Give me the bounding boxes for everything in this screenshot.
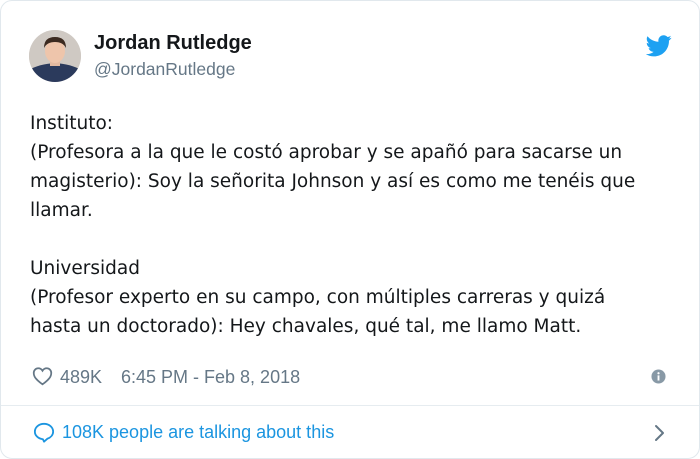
speech-bubble-icon [33, 422, 55, 443]
author-handle[interactable]: @JordanRutledge [94, 57, 235, 81]
tweet-text-line: Universidad [30, 258, 140, 279]
people-talking-label: 108K people are talking about this [62, 422, 335, 442]
tweet-text-blank-line [30, 225, 680, 254]
tweet-timestamp[interactable]: 6:45 PM - Feb 8, 2018 [121, 364, 300, 390]
twitter-bird-icon[interactable] [645, 35, 672, 57]
tweet-text-line: (Profesor experto en su campo, con múlti… [30, 287, 606, 308]
tweet-text-line: (Profesora a la que le costó aprobar y s… [30, 142, 623, 163]
tweet-text: Instituto: (Profesora a la que le costó … [30, 109, 680, 341]
like-count[interactable]: 489K [60, 364, 102, 390]
people-talking-link[interactable]: 108K people are talking about this [1, 406, 699, 458]
info-icon[interactable] [651, 369, 666, 384]
heart-icon[interactable] [32, 366, 53, 386]
tweet-meta: 489K 6:45 PM - Feb 8, 2018 [32, 364, 672, 390]
tweet-text-line: magisterio): Soy la señorita Johnson y a… [30, 171, 636, 192]
tweet-text-line: Instituto: [30, 113, 113, 134]
avatar[interactable] [29, 30, 81, 82]
tweet-header: Jordan Rutledge @JordanRutledge [29, 30, 673, 84]
tweet-text-line: llamar. [30, 200, 93, 221]
author-name[interactable]: Jordan Rutledge [94, 30, 252, 56]
tweet-card: Jordan Rutledge @JordanRutledge Institut… [0, 0, 700, 459]
chevron-right-icon [653, 424, 665, 442]
tweet-text-line: hasta un doctorado): Hey chavales, qué t… [30, 316, 582, 337]
